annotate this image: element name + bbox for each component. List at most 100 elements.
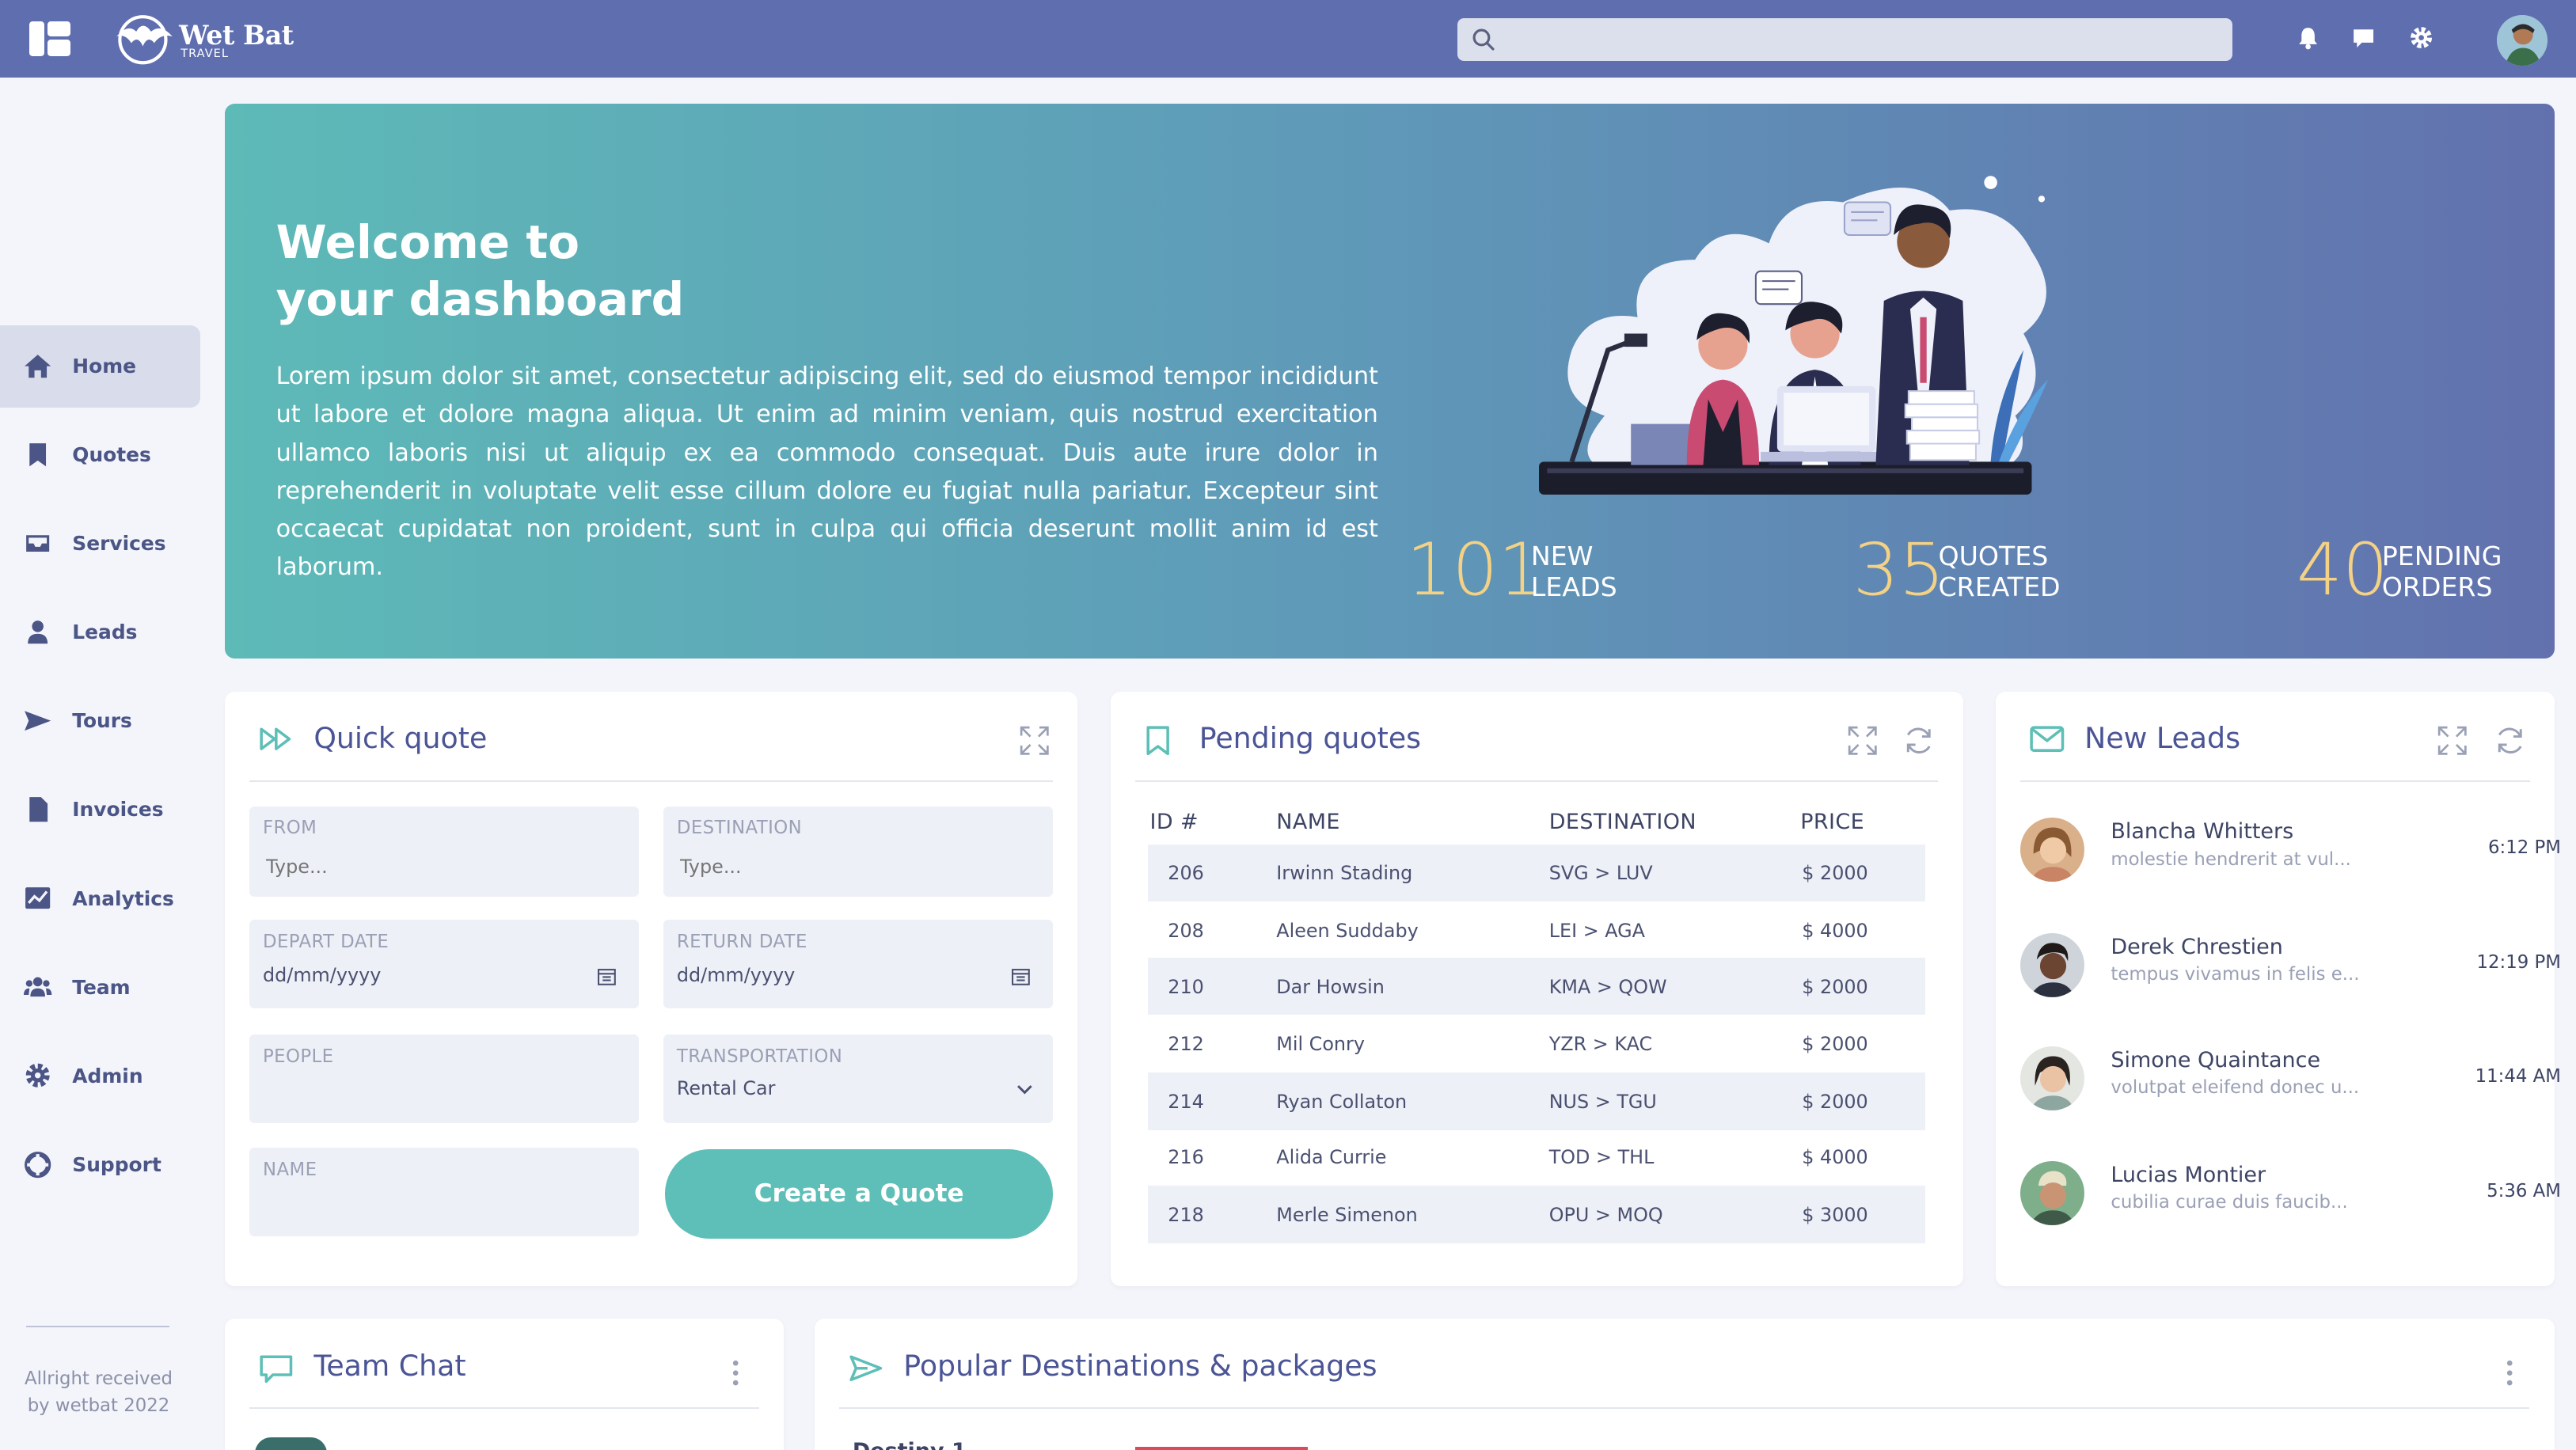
transportation-label: TRANSPORTATION [676, 1046, 843, 1067]
lead-avatar [2020, 1161, 2085, 1225]
from-input[interactable] [266, 856, 611, 879]
search-input[interactable] [1506, 17, 2213, 61]
table-row[interactable]: 206 Irwinn Stading SVG > LUV $ 2000 [1148, 844, 1925, 902]
card-divider [1134, 780, 1939, 782]
sidebar-item-analytics[interactable]: Analytics [0, 857, 200, 939]
sidebar-item-team[interactable]: Team [0, 946, 200, 1028]
return-date-value[interactable]: dd/mm/yyyy [677, 964, 795, 986]
cell-destination: SVG > LUV [1548, 862, 1653, 885]
table-row[interactable]: 212 Mil Conry YZR > KAC $ 2000 [1148, 1015, 1924, 1072]
lead-message: tempus vivamus in felis e... [2111, 964, 2360, 985]
lead-item[interactable]: Lucias Montier cubilia curae duis faucib… [2020, 1161, 2563, 1260]
cell-name: Aleen Suddaby [1276, 919, 1419, 942]
sidebar-item-support[interactable]: Support [0, 1123, 200, 1205]
chart-icon [25, 887, 51, 909]
sidebar-item-label: Invoices [72, 798, 164, 822]
table-row[interactable]: 208 Aleen Suddaby LEI > AGA $ 4000 [1148, 902, 1924, 959]
transportation-value[interactable]: Rental Car [677, 1077, 776, 1099]
lead-item[interactable]: Simone Quaintance volutpat eleifend done… [2020, 1046, 2563, 1145]
quick-quote-card: Quick quote FROM DESTINATION DEPART DATE… [225, 691, 1078, 1286]
sidebar-item-invoices[interactable]: Invoices [0, 769, 200, 851]
document-icon [29, 797, 48, 822]
table-row[interactable]: 218 Merle Simenon OPU > MOQ $ 3000 [1148, 1186, 1925, 1243]
stat-value: 101 [1406, 527, 1544, 613]
notification-bell-icon[interactable] [2295, 25, 2321, 51]
lead-message: molestie hendrerit at vul... [2111, 848, 2351, 870]
cell-price: $ 3000 [1802, 1203, 1868, 1226]
pending-quotes-card: Pending quotes ID # NAME DESTINATION PRI… [1110, 691, 1963, 1286]
lead-item[interactable]: Derek Chrestien tempus vivamus in felis … [2020, 932, 2563, 1032]
more-options-icon[interactable] [2505, 1358, 2514, 1387]
cell-price: $ 2000 [1802, 862, 1868, 885]
stat-label: QUOTES CREATED [1938, 541, 2060, 603]
depart-date-value[interactable]: dd/mm/yyyy [263, 964, 381, 986]
chat-avatar [254, 1437, 327, 1450]
sidebar-divider [26, 1325, 169, 1327]
chat-bubble-icon[interactable] [2350, 25, 2377, 51]
stat-label-line-1: NEW [1530, 540, 1594, 571]
new-leads-card: New Leads Blancha Whitters molestie hend… [1996, 691, 2561, 1286]
people-field[interactable]: PEOPLE [249, 1034, 640, 1124]
sidebar-item-services[interactable]: Services [0, 503, 200, 585]
stat-label: NEW LEADS [1531, 541, 1617, 603]
cell-destination: OPU > MOQ [1548, 1203, 1663, 1226]
more-options-icon[interactable] [731, 1358, 740, 1387]
from-field[interactable]: FROM [249, 806, 640, 897]
cell-id: 216 [1168, 1146, 1204, 1169]
table-row[interactable]: 216 Alida Currie TOD > THL $ 4000 [1148, 1129, 1924, 1186]
card-divider [839, 1407, 2530, 1410]
expand-icon[interactable] [1846, 724, 1879, 757]
sidebar-item-label: Analytics [72, 886, 174, 910]
cell-id: 218 [1168, 1203, 1204, 1226]
table-row[interactable]: 214 Ryan Collaton NUS > TGU $ 2000 [1148, 1072, 1925, 1130]
destination-input[interactable] [680, 856, 1025, 879]
sidebar-item-tours[interactable]: Tours [0, 680, 200, 762]
transportation-select[interactable]: TRANSPORTATION Rental Car [663, 1034, 1054, 1124]
envelope-icon [2029, 726, 2064, 753]
calendar-icon[interactable] [598, 967, 617, 985]
table-row[interactable]: 210 Dar Howsin KMA > QOW $ 2000 [1148, 957, 1925, 1015]
stat-label: PENDING ORDERS [2382, 541, 2502, 603]
lead-item[interactable]: Blancha Whitters molestie hendrerit at v… [2020, 818, 2563, 917]
card-title: New Leads [2084, 720, 2240, 755]
card-divider [2020, 780, 2530, 782]
return-date-field[interactable]: RETURN DATE dd/mm/yyyy [663, 919, 1054, 1009]
depart-date-field[interactable]: DEPART DATE dd/mm/yyyy [249, 919, 640, 1009]
bat-logo-icon [116, 14, 173, 64]
destination-name[interactable]: Destiny 1 [853, 1439, 967, 1450]
stat-label-line-2: CREATED [1938, 571, 2061, 603]
return-date-label: RETURN DATE [676, 931, 807, 952]
inbox-tray-icon [26, 535, 50, 552]
settings-gear-icon[interactable] [2408, 25, 2434, 51]
chevron-down-icon[interactable] [1016, 1084, 1033, 1095]
cell-price: $ 2000 [1802, 975, 1868, 998]
cell-id: 208 [1168, 919, 1204, 942]
search-bar[interactable] [1457, 17, 2232, 61]
bookmark-icon [29, 443, 47, 467]
sidebar-item-home[interactable]: Home [0, 325, 201, 408]
refresh-icon[interactable] [1902, 724, 1936, 757]
sidebar-item-label: Support [72, 1152, 161, 1176]
app-grid-icon[interactable] [29, 21, 71, 56]
sidebar-item-label: Tours [72, 709, 132, 733]
sidebar-item-label: Services [72, 532, 166, 556]
destination-label: DESTINATION [676, 818, 803, 839]
expand-icon[interactable] [1018, 724, 1051, 757]
name-field[interactable]: NAME [249, 1148, 640, 1237]
refresh-icon[interactable] [2494, 724, 2527, 757]
create-quote-button[interactable]: Create a Quote [665, 1149, 1054, 1239]
stat-label-line-2: LEADS [1530, 571, 1617, 603]
brand-logo[interactable]: Wet Bat TRAVEL [112, 13, 309, 66]
expand-icon[interactable] [2436, 724, 2469, 757]
destination-field[interactable]: DESTINATION [663, 806, 1054, 897]
cell-price: $ 2000 [1802, 1033, 1868, 1056]
home-icon [25, 355, 51, 378]
user-avatar[interactable] [2497, 14, 2548, 66]
calendar-icon[interactable] [1012, 967, 1030, 985]
sidebar-item-leads[interactable]: Leads [0, 591, 200, 674]
lead-time: 11:44 AM [2475, 1065, 2561, 1087]
sidebar-item-quotes[interactable]: Quotes [0, 414, 200, 496]
sidebar-item-admin[interactable]: Admin [0, 1034, 200, 1117]
cell-destination: YZR > KAC [1548, 1033, 1653, 1056]
cell-name: Merle Simenon [1276, 1203, 1418, 1226]
